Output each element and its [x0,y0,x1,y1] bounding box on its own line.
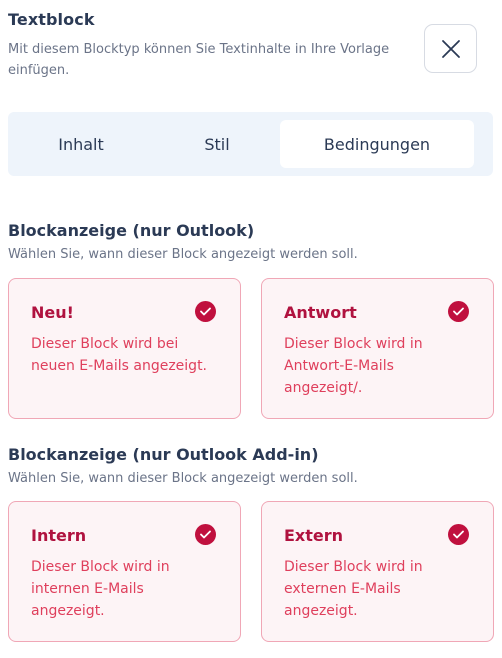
card-title: Antwort [284,303,357,322]
tab-bedingungen[interactable]: Bedingungen [280,120,474,168]
card-title: Neu! [31,303,74,322]
card-antwort[interactable]: Antwort Dieser Block wird in Antwort-E-M… [261,278,494,419]
section-subtitle-outlook: Wählen Sie, wann dieser Block angezeigt … [8,247,358,262]
tab-inhalt[interactable]: Inhalt [8,120,154,168]
card-title: Intern [31,526,87,545]
close-button[interactable] [424,24,477,73]
check-circle-icon [195,301,216,322]
panel-header: Textblock Mit diesem Blocktyp können Sie… [8,10,488,81]
section-subtitle-outlook-addin: Wählen Sie, wann dieser Block angezeigt … [8,471,358,486]
check-circle-icon [448,301,469,322]
card-intern[interactable]: Intern Dieser Block wird in internen E-M… [8,501,241,642]
panel-subtitle: Mit diesem Blocktyp können Sie Textinhal… [8,42,390,78]
tab-bar: Inhalt Stil Bedingungen [8,112,493,176]
check-circle-icon [195,524,216,545]
card-neu[interactable]: Neu! Dieser Block wird bei neuen E-Mails… [8,278,241,419]
section-title-outlook-addin: Blockanzeige (nur Outlook Add-in) [8,445,319,464]
card-description: Dieser Block wird in internen E-Mails an… [31,559,170,619]
card-description: Dieser Block wird bei neuen E-Mails ange… [31,336,208,374]
card-title: Extern [284,526,344,545]
card-description: Dieser Block wird in externen E-Mails an… [284,559,423,619]
tab-stil[interactable]: Stil [154,120,280,168]
section-title-outlook: Blockanzeige (nur Outlook) [8,221,255,240]
close-icon [441,39,460,58]
check-circle-icon [448,524,469,545]
card-description: Dieser Block wird in Antwort-E-Mails ang… [284,336,423,396]
panel-title: Textblock [8,10,95,29]
card-extern[interactable]: Extern Dieser Block wird in externen E-M… [261,501,494,642]
